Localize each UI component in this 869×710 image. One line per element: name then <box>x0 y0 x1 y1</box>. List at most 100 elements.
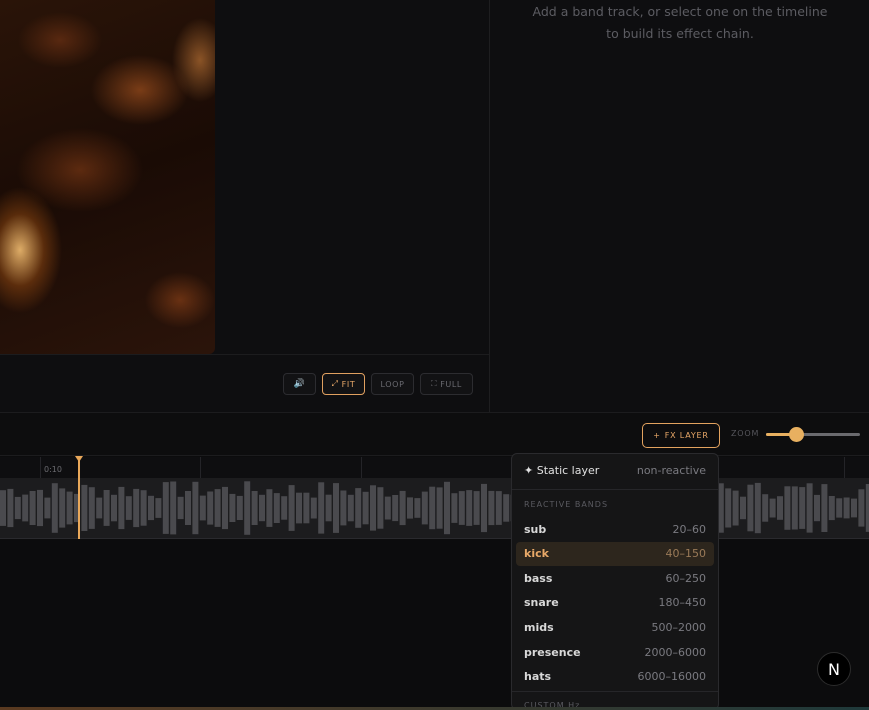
waveform-bar <box>370 485 376 531</box>
menu-item-band-hats[interactable]: hats 6000–16000 <box>516 665 714 689</box>
waveform-bar <box>399 490 406 526</box>
waveform-bar <box>229 493 236 522</box>
menu-divider <box>512 691 718 692</box>
waveform-bar <box>236 495 243 520</box>
band-range: 2000–6000 <box>644 645 707 659</box>
waveform-bar <box>222 486 228 530</box>
expand-icon: ⤢ <box>331 379 339 388</box>
sparkle-icon: ✦ <box>524 463 534 477</box>
menu-item-band-bass[interactable]: bass 60–250 <box>516 566 714 590</box>
waveform-bar <box>303 492 310 524</box>
waveform-bar <box>251 491 258 525</box>
menu-item-band-presence[interactable]: presence 2000–6000 <box>516 640 714 664</box>
waveform-bar <box>858 489 865 527</box>
waveform-bar <box>481 483 487 533</box>
timeline-ruler[interactable] <box>0 457 869 478</box>
loop-label: LOOP <box>380 379 405 389</box>
waveform-bar <box>214 489 221 527</box>
zoom-label: ZOOM <box>731 429 760 438</box>
waveform-bar <box>0 490 6 526</box>
waveform-bar <box>266 489 273 527</box>
waveform-bar <box>851 498 857 518</box>
waveform-bar <box>125 496 132 520</box>
waveform-bar <box>444 481 450 535</box>
waveform-bar <box>347 494 354 522</box>
band-name: bass <box>524 571 553 585</box>
band-name: sub <box>524 522 547 536</box>
waveform-bar <box>769 498 776 518</box>
band-name: kick <box>524 547 549 561</box>
waveform-bar <box>821 484 828 532</box>
waveform-bar <box>22 494 29 522</box>
waveform-bar <box>192 481 199 535</box>
waveform-bar <box>96 497 103 519</box>
fit-label: FIT <box>341 379 356 389</box>
waveform-bar <box>355 488 362 528</box>
zoom-slider-thumb[interactable] <box>789 427 804 442</box>
waveform-bar <box>162 482 169 534</box>
playhead[interactable] <box>78 457 80 539</box>
waveform-bar <box>170 481 177 535</box>
waveform-bar <box>7 488 14 528</box>
waveform-bar <box>828 496 835 521</box>
reactive-bands-header: REACTIVE BANDS <box>524 500 609 509</box>
waveform-bar <box>503 494 510 522</box>
ruler-tick <box>361 457 362 478</box>
ruler-tick <box>40 457 41 478</box>
ruler-tick <box>200 457 201 478</box>
menu-divider <box>512 489 718 490</box>
band-range: 40–150 <box>665 547 707 561</box>
menu-item-static-layer[interactable]: ✦ Static layer non-reactive <box>516 458 714 482</box>
menu-item-band-sub[interactable]: sub 20–60 <box>516 517 714 541</box>
audio-button[interactable]: 🔊 <box>283 373 316 395</box>
waveform-bar <box>199 495 206 521</box>
speaker-icon: 🔊 <box>293 379 306 389</box>
static-layer-label: Static layer <box>536 463 600 477</box>
fullscreen-button[interactable]: ⛶ FULL <box>420 373 473 395</box>
waveform-bar <box>814 494 820 522</box>
fx-layer-label: FX LAYER <box>664 431 709 440</box>
waveform-bar <box>66 491 73 525</box>
waveform-bar <box>725 488 732 528</box>
waveform-bar <box>488 490 495 526</box>
fullscreen-icon: ⛶ <box>431 379 438 388</box>
band-name: presence <box>524 645 581 659</box>
waveform-bar <box>740 496 746 520</box>
waveform-bar <box>495 491 502 525</box>
band-name: snare <box>524 596 559 610</box>
waveform-bar <box>799 487 806 529</box>
waveform-bar <box>318 482 325 534</box>
menu-item-band-kick[interactable]: kick 40–150 <box>516 541 714 566</box>
waveform-bar <box>732 490 739 526</box>
waveform-bar <box>273 493 280 523</box>
full-label: FULL <box>440 379 462 389</box>
waveform-bar <box>103 490 110 526</box>
menu-item-band-snare[interactable]: snare 180–450 <box>516 591 714 615</box>
menu-item-band-mids[interactable]: mids 500–2000 <box>516 615 714 639</box>
band-range: 60–250 <box>665 571 707 585</box>
fit-button[interactable]: ⤢ FIT <box>322 373 365 395</box>
waveform-bar <box>333 483 339 533</box>
waveform-bar <box>88 487 95 529</box>
waveform-bar <box>384 496 391 520</box>
waveform-bar <box>140 490 147 526</box>
waveform-bar <box>777 496 783 520</box>
waveform-bar <box>791 486 798 530</box>
playhead-handle[interactable] <box>75 456 83 462</box>
fx-layer-button[interactable]: + FX LAYER <box>642 423 720 448</box>
loop-button[interactable]: LOOP <box>371 373 414 395</box>
waveform-bar <box>281 496 288 520</box>
waveform-bar <box>133 488 140 528</box>
waveform-bar <box>836 498 843 518</box>
waveform-bar <box>259 494 265 522</box>
waveform-bar <box>843 497 850 519</box>
waveform-bar <box>44 497 51 519</box>
waveform-bar <box>37 489 43 527</box>
app-badge[interactable]: N <box>817 652 851 686</box>
waveform-bar <box>407 497 413 519</box>
band-range: 500–2000 <box>651 620 707 634</box>
ruler-tick <box>844 457 845 478</box>
waveform-bar <box>473 491 480 525</box>
waveform-bar <box>81 484 88 531</box>
waveform-bar <box>14 496 21 520</box>
